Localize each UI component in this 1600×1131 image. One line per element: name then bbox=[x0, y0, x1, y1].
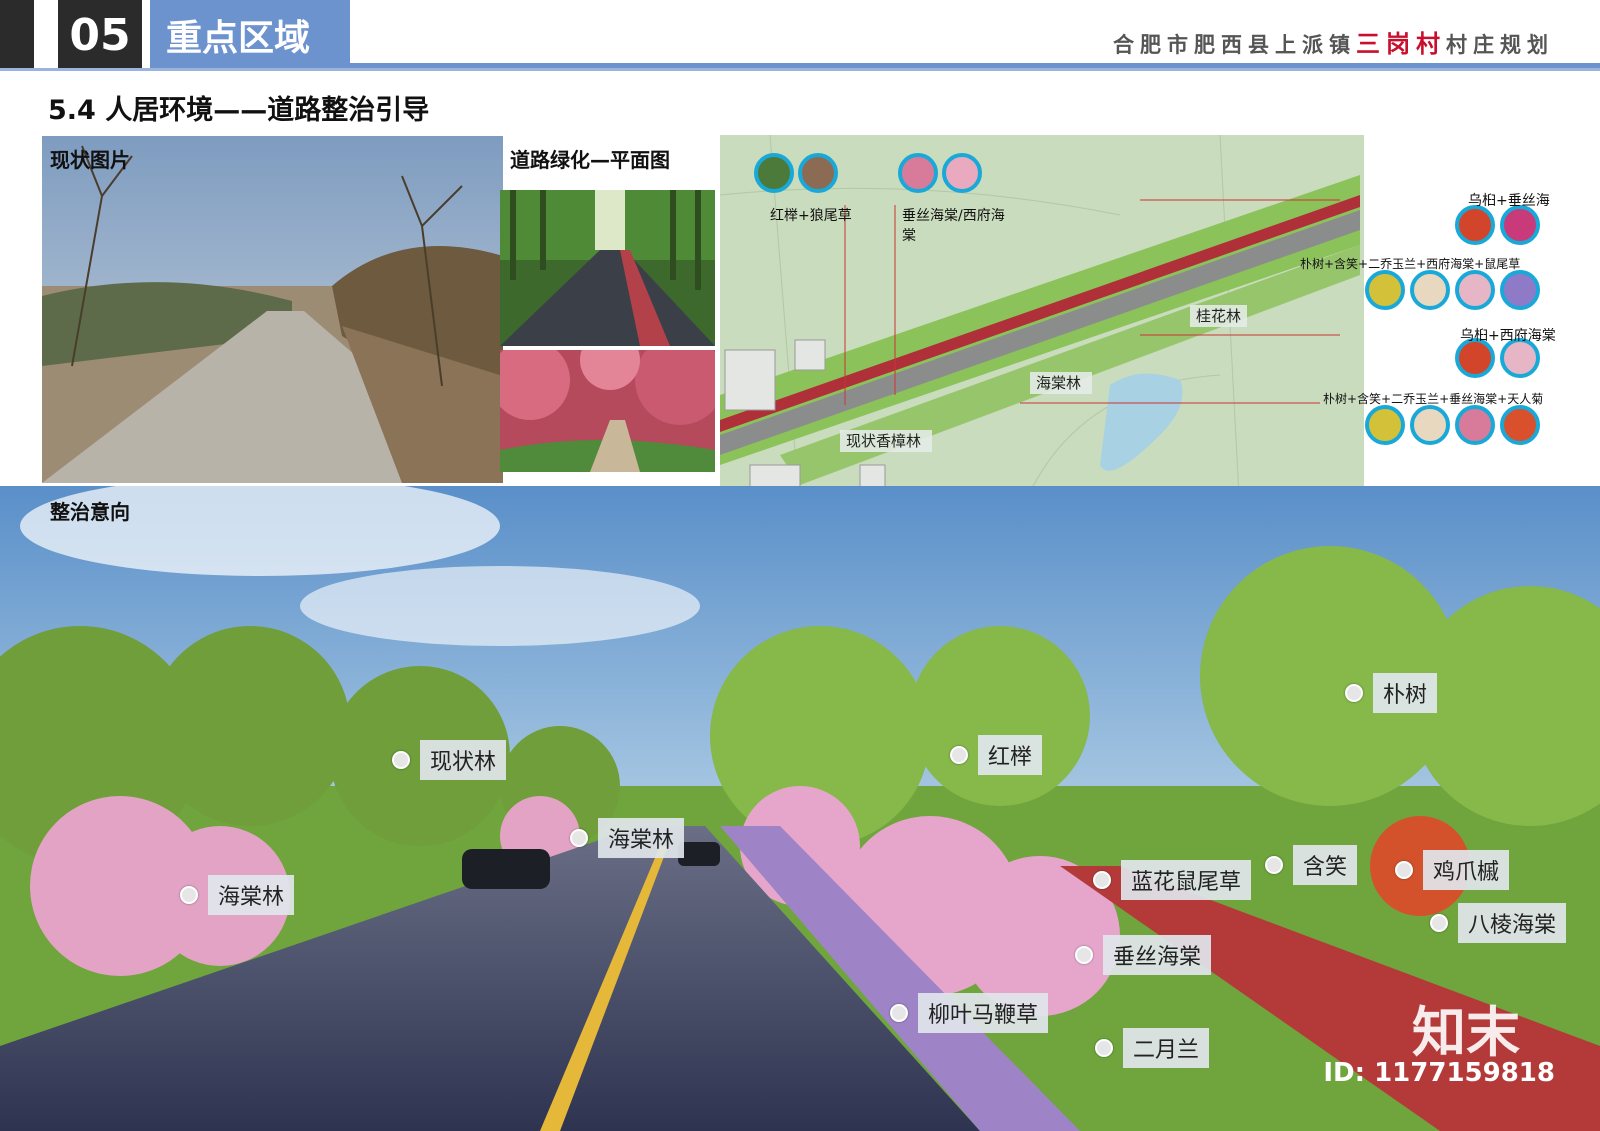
callout-label: 含笑 bbox=[1293, 845, 1358, 885]
plant-photo-icon bbox=[898, 153, 938, 193]
blossom-path-photo bbox=[500, 350, 715, 472]
callout-label: 现状林 bbox=[420, 740, 507, 780]
watermark-logo: 知末 bbox=[1412, 1001, 1520, 1064]
callout-dot bbox=[570, 829, 588, 847]
callout-existing-forest: 现状林 bbox=[392, 740, 507, 780]
callout-orychophragmus: 二月兰 bbox=[1095, 1028, 1210, 1068]
callout-crabapple-octagon: 八棱海棠 bbox=[1430, 903, 1567, 943]
section-title-badge: 重点区域 bbox=[150, 0, 350, 70]
renovation-rendering bbox=[0, 486, 1600, 1131]
plant-photo-icon bbox=[1455, 270, 1495, 310]
callout-label: 垂丝海棠 bbox=[1103, 935, 1212, 975]
callout-dot bbox=[950, 746, 968, 764]
callout-dot bbox=[1430, 914, 1448, 932]
callout-dot bbox=[1265, 856, 1283, 874]
callout-dot bbox=[1395, 861, 1413, 879]
plant-photo-icon bbox=[1365, 270, 1405, 310]
callout-label: 朴树 bbox=[1373, 673, 1438, 713]
callout-label: 八棱海棠 bbox=[1458, 903, 1567, 943]
project-name-prefix: 合肥市肥西县上派镇 bbox=[1113, 33, 1356, 57]
watermark-id: ID: 1177159818 bbox=[1323, 1058, 1555, 1088]
page-title: 5.4 人居环境——道路整治引导 bbox=[48, 95, 430, 126]
callout-hall-crabapple: 垂丝海棠 bbox=[1075, 935, 1212, 975]
callout-label: 鸡爪槭 bbox=[1423, 850, 1510, 890]
callout-crabapple-left: 海棠林 bbox=[180, 875, 295, 915]
section-number: 05 bbox=[58, 0, 142, 70]
callout-dot bbox=[1075, 946, 1093, 964]
plant-photo-icon bbox=[1500, 405, 1540, 445]
plant-photo-icon bbox=[1455, 205, 1495, 245]
plant-photo-icon bbox=[1500, 270, 1540, 310]
plant-photo-icon bbox=[798, 153, 838, 193]
green-road-photo bbox=[500, 190, 715, 346]
plan-panel-label: 道路绿化—平面图 bbox=[510, 148, 670, 172]
plan-plant-label: 朴树+含笑+二乔玉兰+西府海棠+鼠尾草 bbox=[1300, 257, 1521, 271]
callout-hackberry: 朴树 bbox=[1345, 673, 1438, 713]
callout-salvia: 蓝花鼠尾草 bbox=[1093, 860, 1252, 900]
plan-zone-tag: 桂花林 bbox=[1190, 305, 1248, 327]
callout-label: 蓝花鼠尾草 bbox=[1121, 860, 1252, 900]
callout-michelia: 含笑 bbox=[1265, 845, 1358, 885]
plan-plant-label: 乌桕+西府海棠 bbox=[1460, 328, 1556, 344]
plant-photo-icon bbox=[754, 153, 794, 193]
callout-dot bbox=[890, 1004, 908, 1022]
plant-photo-icon bbox=[942, 153, 982, 193]
header-rule-secondary bbox=[0, 68, 1600, 71]
plant-photo-icon bbox=[1410, 270, 1450, 310]
callout-verbena: 柳叶马鞭草 bbox=[890, 993, 1049, 1033]
project-name-suffix: 村庄规划 bbox=[1446, 33, 1554, 57]
header-bar-block bbox=[0, 0, 34, 70]
callout-label: 二月兰 bbox=[1123, 1028, 1210, 1068]
current-photos-label: 现状图片 bbox=[50, 148, 130, 172]
callout-label: 柳叶马鞭草 bbox=[918, 993, 1049, 1033]
callout-maple: 鸡爪槭 bbox=[1395, 850, 1510, 890]
plan-plant-label: 垂丝海棠/西府海棠 bbox=[902, 208, 1005, 244]
callout-crabapple-mid: 海棠林 bbox=[570, 818, 685, 858]
intent-panel-label: 整治意向 bbox=[50, 500, 130, 524]
plant-photo-icon bbox=[1455, 405, 1495, 445]
plant-photo-icon bbox=[1500, 205, 1540, 245]
callout-label: 海棠林 bbox=[598, 818, 685, 858]
project-name: 合肥市肥西县上派镇三岗村村庄规划 bbox=[1113, 24, 1554, 59]
plan-plant-label: 红榉+狼尾草 bbox=[770, 208, 852, 224]
callout-dot bbox=[1093, 871, 1111, 889]
callout-label: 红榉 bbox=[978, 735, 1043, 775]
plan-plant-label: 乌桕+垂丝海 bbox=[1468, 193, 1550, 209]
callout-dot bbox=[180, 886, 198, 904]
callout-dot bbox=[1095, 1039, 1113, 1057]
plan-zone-tag: 现状香樟林 bbox=[840, 430, 932, 452]
callout-dot bbox=[392, 751, 410, 769]
project-name-highlight: 三岗村 bbox=[1356, 30, 1446, 58]
plan-zone-tag: 海棠林 bbox=[1030, 372, 1092, 394]
plant-photo-icon bbox=[1365, 405, 1405, 445]
callout-beech: 红榉 bbox=[950, 735, 1043, 775]
callout-dot bbox=[1345, 684, 1363, 702]
current-road-photo bbox=[42, 136, 503, 483]
plan-plant-label: 朴树+含笑+二乔玉兰+垂丝海棠+天人菊 bbox=[1323, 392, 1544, 406]
callout-label: 海棠林 bbox=[208, 875, 295, 915]
plant-photo-icon bbox=[1410, 405, 1450, 445]
